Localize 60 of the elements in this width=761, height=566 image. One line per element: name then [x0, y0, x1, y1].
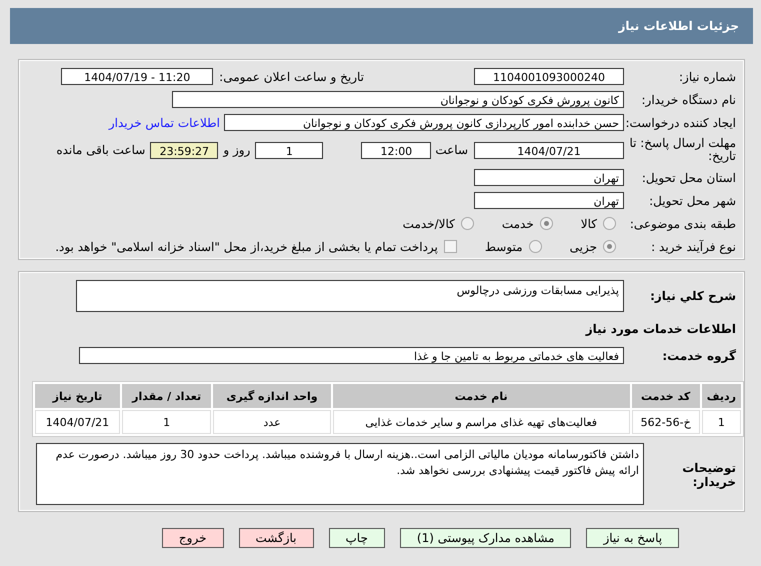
- radio-button[interactable]: [540, 217, 553, 230]
- column-header: ردیف: [702, 384, 741, 408]
- action-button[interactable]: مشاهده مدارک پیوستی (1): [400, 528, 572, 548]
- field-label: تاریخ و ساعت اعلان عمومی:: [219, 70, 364, 84]
- table-cell: 1: [122, 410, 212, 434]
- radio-label: کالا/خدمت: [402, 216, 455, 230]
- buyer-org-field: کانون پرورش فکری کودکان و نوجوانان: [172, 91, 624, 108]
- time-label: ساعت: [435, 143, 468, 157]
- radio-button[interactable]: [603, 240, 616, 253]
- deadline-time-field: 12:00: [361, 142, 432, 158]
- checkbox-label: پرداخت تمام یا بخشی از مبلغ خرید،از محل "اسناد خزانه اسلامی" خواهد بود.: [55, 240, 438, 254]
- field-label: شهر محل تحویل:: [648, 194, 736, 208]
- column-header: نام خدمت: [332, 384, 630, 408]
- radio-label: کالا: [580, 216, 597, 230]
- field-label: شرح کلي نیاز:: [649, 289, 736, 303]
- action-button[interactable]: پاسخ به نیاز: [586, 528, 680, 548]
- creator-field: حسن خدابنده امور کارپردازی کانون پرورش فکری کودکان و نوجوانان: [224, 114, 624, 131]
- field-label: نوع فرآیند خرید :: [650, 240, 736, 254]
- radio-button[interactable]: [460, 217, 474, 230]
- days-field: 1: [255, 142, 324, 158]
- page-title: جزئیات اطلاعات نیاز: [618, 19, 739, 33]
- field-label: ایجاد کننده درخواست:: [624, 116, 736, 130]
- field-label: استان محل تحویل:: [640, 170, 736, 184]
- radio-label: متوسط: [484, 240, 523, 254]
- deadline-date-field: 1404/07/21: [474, 142, 624, 158]
- service-group-field: فعالیت های خدماتی مربوط به تامین جا و غذا: [79, 347, 624, 364]
- field-label: نام دستگاه خریدار:: [640, 92, 736, 106]
- action-button[interactable]: خروج: [162, 528, 224, 548]
- contact-link[interactable]: اطلاعات تماس خریدار: [108, 116, 220, 130]
- field-label: طبقه بندی موضوعی:: [628, 216, 736, 230]
- radio-label: خدمت: [502, 216, 534, 230]
- need-number-field: 1104001093000240: [474, 68, 624, 85]
- field-label: شماره نیاز:: [678, 70, 736, 84]
- table-cell: 1: [702, 410, 741, 434]
- field-label: مهلت ارسال پاسخ: تا تاریخ:: [628, 137, 736, 163]
- province-field: تهران: [474, 169, 624, 186]
- radio-button[interactable]: [528, 240, 542, 253]
- column-header: تعداد / مقدار: [122, 384, 212, 408]
- field-label: توضیحات خریدار:: [681, 461, 736, 489]
- remaining-label: ساعت باقی مانده: [56, 143, 146, 157]
- column-header: کد خدمت: [632, 384, 700, 408]
- days-label: روز و: [223, 143, 250, 157]
- need-description-field: پذیرایی مسابقات ورزشی درچالوس: [76, 280, 624, 312]
- column-header: واحد اندازه گیری: [213, 384, 331, 408]
- city-field: تهران: [474, 192, 624, 209]
- announce-date-field: 1404/07/19 - 11:20: [61, 68, 214, 85]
- table-cell: خ-56-562: [632, 410, 700, 434]
- column-header: تاریخ نیاز: [35, 384, 120, 408]
- action-button[interactable]: بازگشت: [238, 528, 314, 548]
- remaining-time-field: 23:59:27: [150, 142, 218, 158]
- field-label: گروه خدمت:: [661, 348, 736, 362]
- section-title: اطلاعات خدمات مورد نیاز: [584, 321, 737, 338]
- radio-button[interactable]: [603, 217, 616, 230]
- buyer-notes-field: داشتن فاکتورسامانه مودیان مالیاتی الزامی است..هزینه ارسال با فروشنده میباشد. پرداخت حدود 30 روز میباشد. درصورت عدم ارائه پیش فاکتور قیمت پیشنهادی بررسی نخواهد شد.: [36, 443, 644, 505]
- action-button[interactable]: چاپ: [328, 528, 385, 548]
- checkbox[interactable]: [444, 240, 457, 253]
- table-cell: عدد: [213, 410, 331, 434]
- table-cell: فعالیت‌های تهیه غذای مراسم و سایر خدمات غذایی: [332, 410, 630, 434]
- table-cell: 1404/07/21: [35, 410, 120, 434]
- radio-label: جزیی: [570, 240, 597, 254]
